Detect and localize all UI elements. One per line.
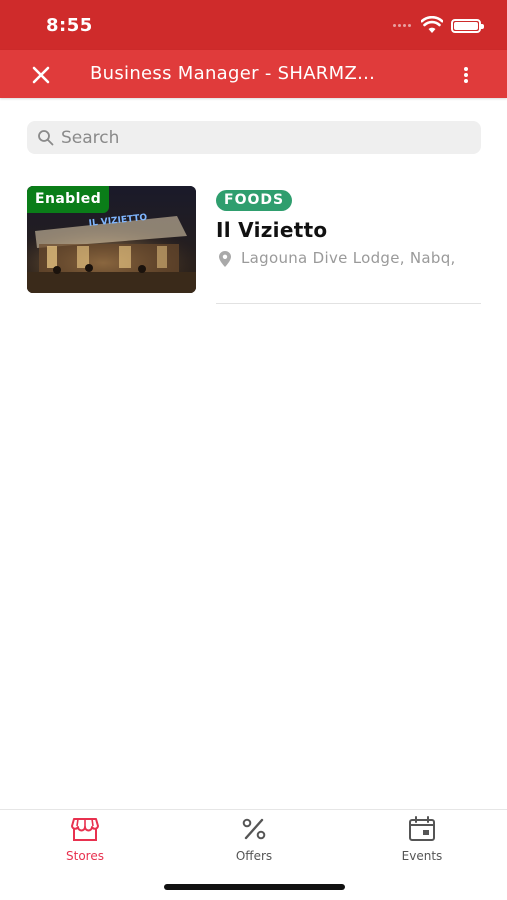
store-address: Lagouna Dive Lodge, Nabq, <box>241 249 456 267</box>
cellular-signal-icon <box>393 24 415 28</box>
tab-stores[interactable]: Stores <box>25 810 145 870</box>
status-bar: 8:55 <box>0 0 507 50</box>
store-list-item[interactable]: IL VIZIETTO Enabled FOODS Il Vizietto La… <box>27 186 481 306</box>
store-icon <box>71 818 99 841</box>
battery-icon <box>451 19 484 33</box>
wifi-icon <box>421 16 443 33</box>
tab-label: Offers <box>235 849 273 863</box>
tab-offers[interactable]: Offers <box>194 810 314 870</box>
tab-events[interactable]: Events <box>362 810 482 870</box>
app-bar: Business Manager - SHARMZ... <box>0 50 507 98</box>
more-options-button[interactable] <box>456 62 476 88</box>
category-chip: FOODS <box>216 190 293 211</box>
percent-icon <box>242 818 266 840</box>
tab-label: Events <box>401 849 443 863</box>
divider <box>216 303 481 304</box>
page-title: Business Manager - SHARMZ... <box>90 63 376 84</box>
status-time: 8:55 <box>46 15 93 36</box>
close-button[interactable] <box>28 62 54 88</box>
home-indicator[interactable] <box>164 884 345 890</box>
store-thumbnail: IL VIZIETTO Enabled <box>27 186 196 293</box>
store-name: Il Vizietto <box>216 218 328 242</box>
tab-label: Stores <box>66 849 104 863</box>
status-badge: Enabled <box>27 186 110 213</box>
search-input[interactable] <box>61 121 461 154</box>
calendar-icon <box>409 816 435 841</box>
search-bar[interactable] <box>27 121 481 154</box>
search-icon <box>38 130 54 146</box>
location-pin-icon <box>219 251 231 267</box>
